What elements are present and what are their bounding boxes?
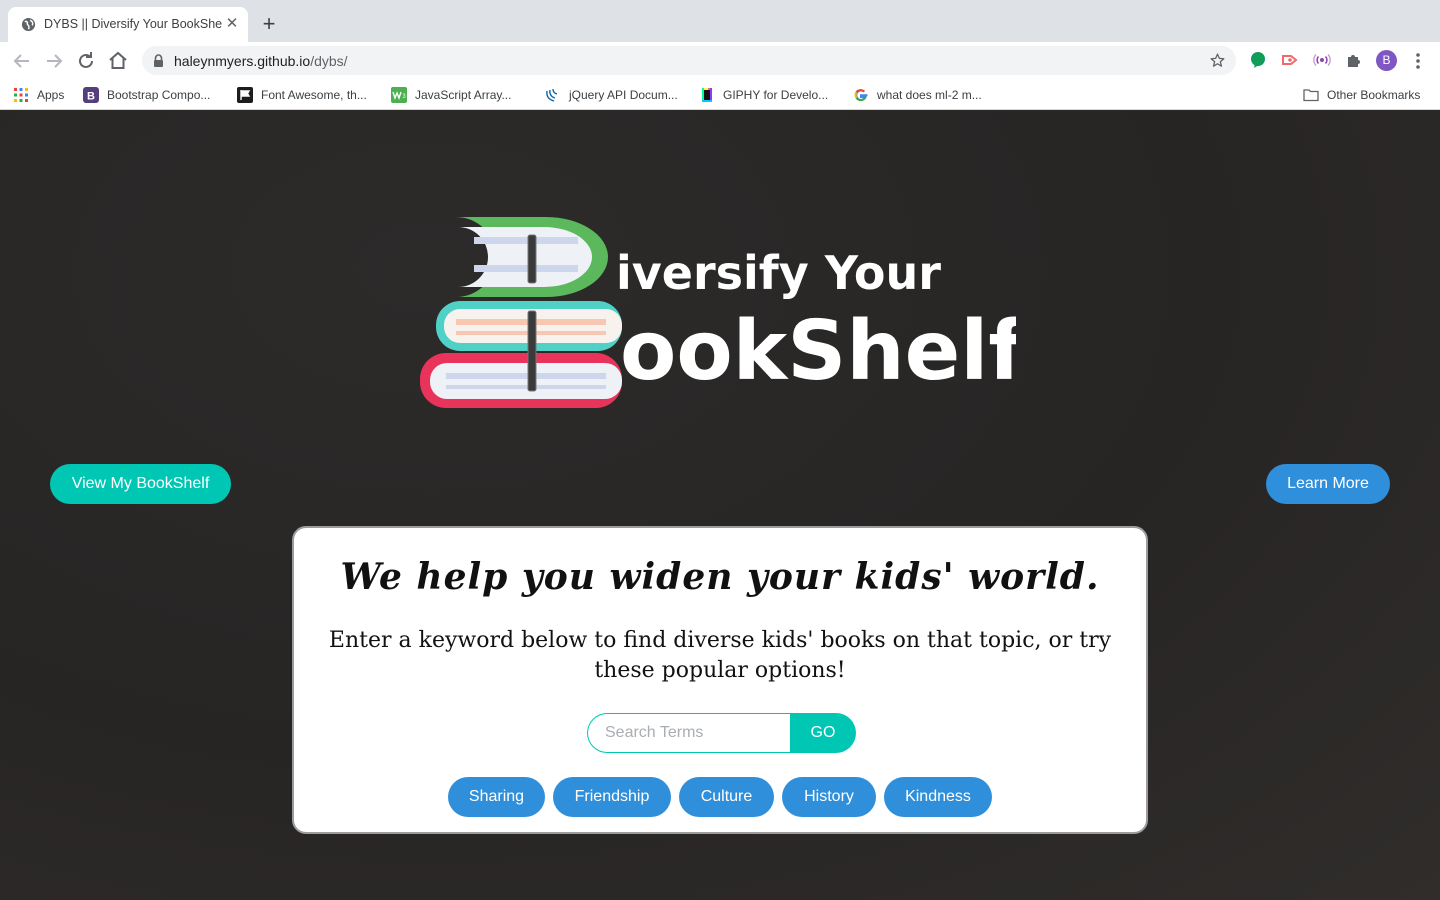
card-heading: We help you widen your kids' world. [340, 556, 1100, 598]
other-bookmarks-label: Other Bookmarks [1327, 88, 1421, 102]
red-book-icon [420, 353, 622, 408]
purple-broadcast-icon[interactable] [1313, 51, 1331, 69]
jquery-icon [546, 88, 558, 102]
bookmark-label: jQuery API Docum... [569, 88, 678, 102]
url-text[interactable]: haleynmyers.github.io/dybs/ [174, 53, 348, 69]
bookmark-label: GIPHY for Develo... [723, 88, 829, 102]
topic-sharing-button[interactable]: Sharing [448, 777, 545, 817]
bookmark-apps[interactable]: Apps [13, 85, 64, 105]
folder-icon [1303, 89, 1319, 102]
bookmark-bootstrap[interactable]: B Bootstrap Compo... [83, 85, 210, 105]
w3-icon: 3 [391, 87, 407, 103]
browser-toolbar: haleynmyers.github.io/dybs/ B [0, 42, 1440, 80]
browser-tab[interactable]: DYBS || Diversify Your BookShelf ✕ [8, 7, 248, 42]
back-arrow-icon[interactable] [10, 49, 34, 73]
close-tab-icon[interactable]: ✕ [224, 16, 240, 32]
bookmark-giphy[interactable]: GIPHY for Develo... [699, 85, 828, 105]
google-icon [854, 89, 868, 101]
lock-icon[interactable] [153, 54, 164, 67]
bookmark-font-awesome[interactable]: Font Awesome, th... [237, 85, 367, 105]
new-tab-button[interactable]: + [258, 13, 280, 35]
reload-icon[interactable] [74, 49, 98, 73]
bookmark-label: Font Awesome, th... [261, 88, 367, 102]
green-book-icon [456, 217, 608, 297]
logo-line-2: ookShelf [620, 304, 1016, 399]
globe-icon [21, 17, 36, 32]
font-awesome-flag-icon [237, 87, 253, 103]
address-bar[interactable]: haleynmyers.github.io/dybs/ [142, 46, 1236, 75]
tab-strip: DYBS || Diversify Your BookShelf ✕ + [0, 0, 1440, 42]
menu-dots-icon[interactable] [1411, 51, 1425, 71]
svg-text:B: B [87, 91, 95, 103]
giphy-icon [702, 88, 712, 102]
forward-arrow-icon[interactable] [42, 49, 66, 73]
url-host: haleynmyers.github.io [174, 53, 311, 69]
profile-avatar[interactable]: B [1376, 50, 1397, 71]
topic-friendship-button[interactable]: Friendship [553, 777, 671, 817]
search-card: We help you widen your kids' world. Ente… [292, 526, 1148, 834]
topic-kindness-button[interactable]: Kindness [884, 777, 992, 817]
card-subheading: Enter a keyword below to find diverse ki… [328, 628, 1112, 683]
search-input[interactable] [587, 713, 793, 753]
bookmark-javascript-array[interactable]: 3 JavaScript Array... [391, 85, 511, 105]
red-arrow-icon[interactable] [1281, 51, 1299, 69]
tab-title: DYBS || Diversify Your BookShelf [44, 17, 222, 31]
home-icon[interactable] [106, 49, 130, 73]
green-speech-icon[interactable] [1249, 51, 1267, 69]
topic-history-button[interactable]: History [782, 777, 876, 817]
bookmark-label: Bootstrap Compo... [107, 88, 211, 102]
apps-grid-icon [14, 88, 28, 102]
logo-line-1: iversify Your [616, 246, 941, 300]
bookmark-star-icon[interactable] [1209, 52, 1226, 69]
diversify-your-bookshelf-logo: iversify Your ookShelf [420, 217, 1016, 408]
bootstrap-icon: B [83, 87, 99, 103]
page-content: iversify Your ookShelf View My BookShelf… [0, 111, 1440, 900]
go-button[interactable]: GO [790, 713, 856, 753]
learn-more-button[interactable]: Learn More [1266, 464, 1390, 504]
bookmark-label: what does ml-2 m... [877, 88, 982, 102]
bookmark-google-search[interactable]: what does ml-2 m... [853, 85, 982, 105]
view-my-bookshelf-button[interactable]: View My BookShelf [50, 464, 231, 504]
topic-culture-button[interactable]: Culture [679, 777, 774, 817]
other-bookmarks[interactable]: Other Bookmarks [1303, 85, 1420, 105]
bookmark-label: Apps [37, 88, 65, 102]
bookmarks-bar: Apps B Bootstrap Compo... Font Awesome, … [0, 80, 1440, 110]
url-path: /dybs/ [310, 53, 348, 69]
bookmark-label: JavaScript Array... [415, 88, 512, 102]
bookmark-jquery[interactable]: jQuery API Docum... [545, 85, 678, 105]
puzzle-icon[interactable] [1345, 51, 1363, 69]
